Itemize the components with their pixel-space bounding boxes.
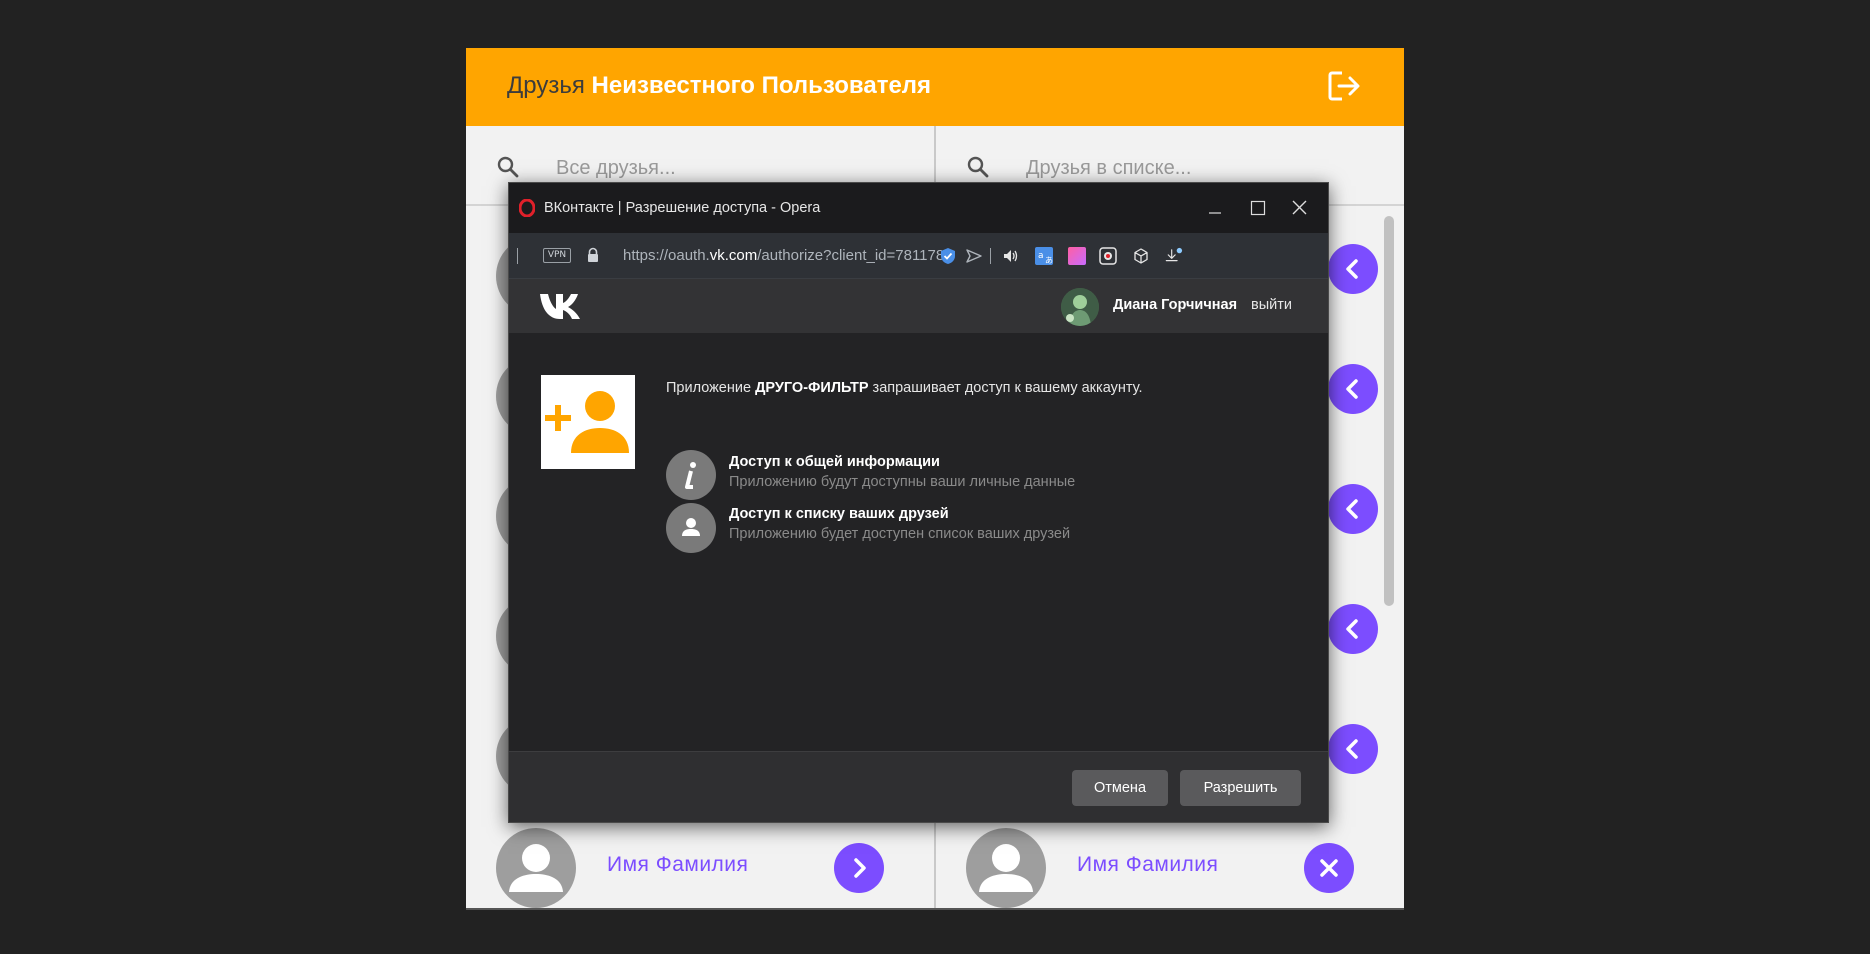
user-photo-icon [1061,288,1099,326]
scrollbar[interactable] [1384,216,1394,606]
permission-description: Приложению будут доступны ваши личные да… [729,474,1076,490]
permission-icon [666,503,716,553]
move-back-button[interactable] [1328,604,1378,654]
search-icon [497,156,519,178]
logout-link[interactable]: выйти [1251,297,1292,313]
translate-icon[interactable]: aあ [1034,246,1054,266]
window-titlebar: ВКонтакте | Разрешение доступа - Opera [509,183,1328,233]
download-icon[interactable] [1164,246,1184,266]
minimize-icon[interactable] [1195,193,1235,223]
app-header: Друзья Неизвестного Пользователя [466,48,1404,126]
extension-icon[interactable] [1067,246,1087,266]
svg-text:あ: あ [1045,256,1053,265]
vpn-badge[interactable]: VPN [543,248,571,263]
friend-name[interactable]: Имя Фамилия [607,853,748,877]
chevron-right-icon [854,858,866,878]
separator [990,248,991,264]
url-field[interactable]: https://oauth.vk.com/authorize?client_id… [623,247,947,264]
user-name[interactable]: Диана Горчичная [1113,297,1237,313]
speaker-icon[interactable] [1000,246,1020,266]
svg-text:a: a [1038,251,1044,261]
person-icon [509,844,563,892]
address-bar: VPN https://oauth.vk.com/authorize?clien… [509,233,1328,279]
move-back-button[interactable] [1328,724,1378,774]
person-icon [979,844,1033,892]
close-icon[interactable] [1279,193,1319,223]
shield-check-icon[interactable] [938,246,958,266]
maximize-icon[interactable] [1237,193,1277,223]
person-icon [682,518,700,536]
add-to-list-button[interactable] [834,843,884,893]
vk-header: Диана Горчичная выйти [509,279,1328,333]
close-icon [1320,859,1338,877]
chevron-left-icon [1346,739,1358,759]
friend-avatar [496,828,576,908]
access-request-text: Приложение ДРУГО-ФИЛЬТР запрашивает дост… [666,380,1143,396]
friend-avatar [966,828,1046,908]
vk-logo-icon[interactable] [539,291,591,321]
oauth-popup-window: ВКонтакте | Разрешение доступа - Opera V… [508,182,1329,823]
chevron-left-icon [1346,379,1358,399]
cube-icon[interactable] [1131,246,1151,266]
allow-button[interactable]: Разрешить [1180,770,1301,806]
search-list-input[interactable]: Друзья в списке... [1026,157,1191,180]
logout-icon[interactable] [1326,68,1362,104]
user-avatar[interactable] [1061,288,1099,326]
separator [517,248,518,264]
chevron-left-icon [1346,259,1358,279]
page-title: Друзья Неизвестного Пользователя [507,72,932,99]
chevron-left-icon [1346,499,1358,519]
title-user-name: Неизвестного Пользователя [591,72,932,99]
chevron-left-icon [1346,619,1358,639]
add-friend-icon [545,391,629,453]
permission-icon [666,450,716,500]
cancel-button[interactable]: Отмена [1072,770,1168,806]
permission-title: Доступ к общей информации [729,454,940,470]
move-back-button[interactable] [1328,484,1378,534]
window-title: ВКонтакте | Разрешение доступа - Opera [544,200,821,216]
send-icon[interactable] [964,246,984,266]
search-all-input[interactable]: Все друзья... [556,157,676,180]
friend-name[interactable]: Имя Фамилия [1077,853,1218,877]
remove-from-list-button[interactable] [1304,843,1354,893]
move-back-button[interactable] [1328,244,1378,294]
camera-extension-icon[interactable] [1098,246,1118,266]
search-icon [967,156,989,178]
permission-title: Доступ к списку ваших друзей [729,506,949,522]
app-name: ДРУГО-ФИЛЬТР [755,380,869,396]
opera-logo-icon [519,199,535,217]
divider [466,908,1404,910]
app-icon [541,375,635,469]
info-icon [685,462,696,489]
move-back-button[interactable] [1328,364,1378,414]
permission-description: Приложению будет доступен список ваших д… [729,526,1071,542]
lock-icon[interactable] [586,247,600,263]
dialog-footer: Отмена Разрешить [509,751,1328,822]
